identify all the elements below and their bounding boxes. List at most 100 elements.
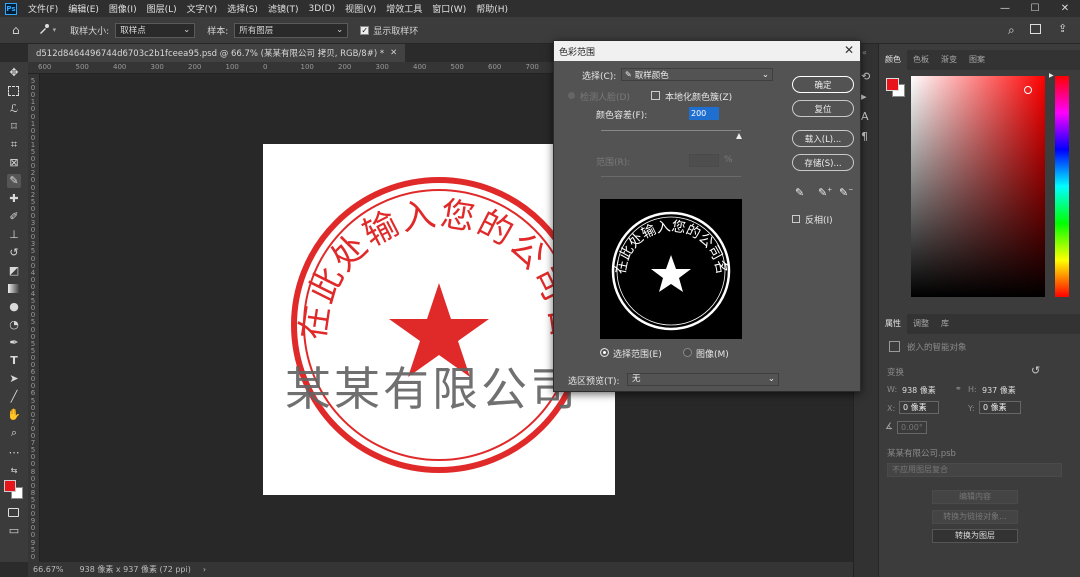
ok-button[interactable]: 确定 xyxy=(792,76,854,93)
path-select-icon[interactable]: ➤ xyxy=(7,372,21,386)
line-tool-icon[interactable]: ╱ xyxy=(7,390,21,404)
marquee-tool-icon[interactable] xyxy=(7,84,21,98)
search-icon[interactable]: ⌕ xyxy=(1008,23,1015,38)
hue-slider-marker-icon[interactable]: ▶ xyxy=(1049,72,1054,79)
sample-select[interactable]: 所有图层 ⌄ xyxy=(234,22,349,38)
quick-mask-icon[interactable] xyxy=(7,506,21,520)
healing-brush-icon[interactable]: ✚ xyxy=(7,192,21,206)
convert-linked-button[interactable]: 转换为链接对象... xyxy=(932,510,1018,524)
hue-slider[interactable] xyxy=(1055,76,1069,297)
dodge-tool-icon[interactable]: ◔ xyxy=(7,318,21,332)
fuzziness-slider-handle[interactable] xyxy=(736,133,742,139)
menu-filter[interactable]: 滤镜(T) xyxy=(263,2,304,15)
reset-transform-icon[interactable]: ↺ xyxy=(1031,364,1040,377)
fuzziness-slider-track[interactable] xyxy=(601,130,741,131)
w-value[interactable]: 938 像素 xyxy=(902,385,936,396)
detect-faces-checkbox[interactable] xyxy=(568,92,575,99)
menu-plugins[interactable]: 增效工具 xyxy=(381,2,427,15)
quick-select-tool-icon[interactable]: ⌑ xyxy=(7,120,21,134)
hand-tool-icon[interactable]: ✋ xyxy=(7,408,21,422)
edit-contents-button[interactable]: 编辑内容 xyxy=(932,490,1018,504)
maximize-icon[interactable]: ☐ xyxy=(1020,0,1050,17)
y-input[interactable]: 0 像素 xyxy=(979,401,1021,414)
panel-fg-color-swatch[interactable] xyxy=(886,78,899,91)
lasso-tool-icon[interactable]: ℒ xyxy=(7,102,21,116)
menu-view[interactable]: 视图(V) xyxy=(340,2,381,15)
zoom-tool-icon[interactable]: ⌕ xyxy=(7,426,21,440)
tool-preset-chevron-icon[interactable]: ▾ xyxy=(53,26,57,34)
close-tab-icon[interactable]: ✕ xyxy=(390,48,397,58)
eyedropper-tool-icon[interactable] xyxy=(38,23,50,38)
image-radio[interactable] xyxy=(683,348,692,357)
paragraph-panel-icon[interactable]: ¶ xyxy=(861,130,868,143)
tab-patterns[interactable]: 图案 xyxy=(963,50,991,70)
minimize-icon[interactable]: — xyxy=(990,0,1020,17)
menu-file[interactable]: 文件(F) xyxy=(23,2,63,15)
menu-window[interactable]: 窗口(W) xyxy=(427,2,471,15)
layer-comp-select[interactable]: 不应用图层复合 xyxy=(887,463,1062,477)
tab-swatches[interactable]: 色板 xyxy=(907,50,935,70)
selection-radio[interactable] xyxy=(600,348,609,357)
tab-adjustments[interactable]: 调整 xyxy=(907,314,935,334)
collapse-arrow-icon[interactable]: « xyxy=(862,48,867,57)
menu-3d[interactable]: 3D(D) xyxy=(303,4,340,14)
close-icon[interactable]: ✕ xyxy=(844,43,854,57)
brush-tool-icon[interactable]: ✐ xyxy=(7,210,21,224)
screen-mode-icon[interactable]: ▭ xyxy=(7,524,21,538)
document-tab[interactable]: d512d8464496744d6703c2b1fceea95.psd @ 66… xyxy=(28,44,406,62)
pen-tool-icon[interactable]: ✒ xyxy=(7,336,21,350)
load-button[interactable]: 载入(L)... xyxy=(792,130,854,147)
menu-image[interactable]: 图像(I) xyxy=(104,2,142,15)
clone-stamp-icon[interactable]: ⊥ xyxy=(7,228,21,242)
eyedropper-icon[interactable]: ✎ xyxy=(7,174,21,188)
history-panel-icon[interactable]: ⟲ xyxy=(861,70,870,83)
status-arrow[interactable]: › xyxy=(203,565,206,574)
swap-colors-icon[interactable]: ⇆ xyxy=(7,464,21,478)
h-value[interactable]: 937 像素 xyxy=(982,385,1016,396)
frame-tool-icon[interactable]: ⊠ xyxy=(7,156,21,170)
share-icon[interactable]: ⇪ xyxy=(1058,22,1067,35)
foreground-color-swatch[interactable] xyxy=(4,480,16,492)
crop-tool-icon[interactable]: ⌗ xyxy=(7,138,21,152)
character-panel-icon[interactable]: A xyxy=(861,110,869,123)
history-brush-icon[interactable]: ↺ xyxy=(7,246,21,260)
localized-clusters-checkbox[interactable] xyxy=(651,91,660,100)
x-input[interactable]: 0 像素 xyxy=(899,401,939,414)
eyedropper-add-icon[interactable]: ✎+ xyxy=(818,186,832,199)
gradient-tool-icon[interactable] xyxy=(7,282,21,296)
workspace-icon[interactable] xyxy=(1030,24,1041,34)
eraser-tool-icon[interactable]: ◩ xyxy=(7,264,21,278)
show-ring-checkbox[interactable]: ✓ xyxy=(360,25,370,35)
angle-input[interactable]: 0.00° xyxy=(897,421,927,434)
fuzziness-input[interactable]: 200 xyxy=(689,107,719,120)
close-window-icon[interactable]: ✕ xyxy=(1050,0,1080,17)
tab-libraries[interactable]: 库 xyxy=(935,314,955,334)
menu-type[interactable]: 文字(Y) xyxy=(182,2,223,15)
menu-help[interactable]: 帮助(H) xyxy=(471,2,513,15)
menu-edit[interactable]: 编辑(E) xyxy=(63,2,104,15)
zoom-level[interactable]: 66.67% xyxy=(33,565,64,574)
link-icon[interactable]: ⚭ xyxy=(955,384,962,393)
convert-layers-button[interactable]: 转换为图层 xyxy=(932,529,1018,543)
more-tools-icon[interactable]: ⋯ xyxy=(7,446,21,460)
select-dropdown[interactable]: ✎ 取样颜色 ⌄ xyxy=(621,68,773,81)
save-button[interactable]: 存储(S)... xyxy=(792,154,854,171)
selection-preview-select[interactable]: 无 ⌄ xyxy=(627,373,779,386)
invert-checkbox[interactable] xyxy=(792,215,800,223)
blur-tool-icon[interactable]: ● xyxy=(7,300,21,314)
type-tool-icon[interactable]: T xyxy=(7,354,21,368)
tab-properties[interactable]: 属性 xyxy=(879,314,907,334)
menu-select[interactable]: 选择(S) xyxy=(222,2,263,15)
eyedropper-subtract-icon[interactable]: ✎− xyxy=(839,186,853,199)
reset-button[interactable]: 复位 xyxy=(792,100,854,117)
tab-gradients[interactable]: 渐变 xyxy=(935,50,963,70)
home-icon[interactable]: ⌂ xyxy=(12,23,20,37)
sample-size-select[interactable]: 取样点 ⌄ xyxy=(115,22,196,38)
eyedropper-sample-icon[interactable]: ✎ xyxy=(795,186,804,199)
color-picker-handle[interactable] xyxy=(1024,86,1032,94)
menu-layer[interactable]: 图层(L) xyxy=(142,2,182,15)
move-tool-icon[interactable]: ✥ xyxy=(7,66,21,80)
actions-panel-icon[interactable]: ▸ xyxy=(861,90,867,103)
tab-color[interactable]: 颜色 xyxy=(879,50,907,70)
color-picker-field[interactable] xyxy=(911,76,1045,297)
